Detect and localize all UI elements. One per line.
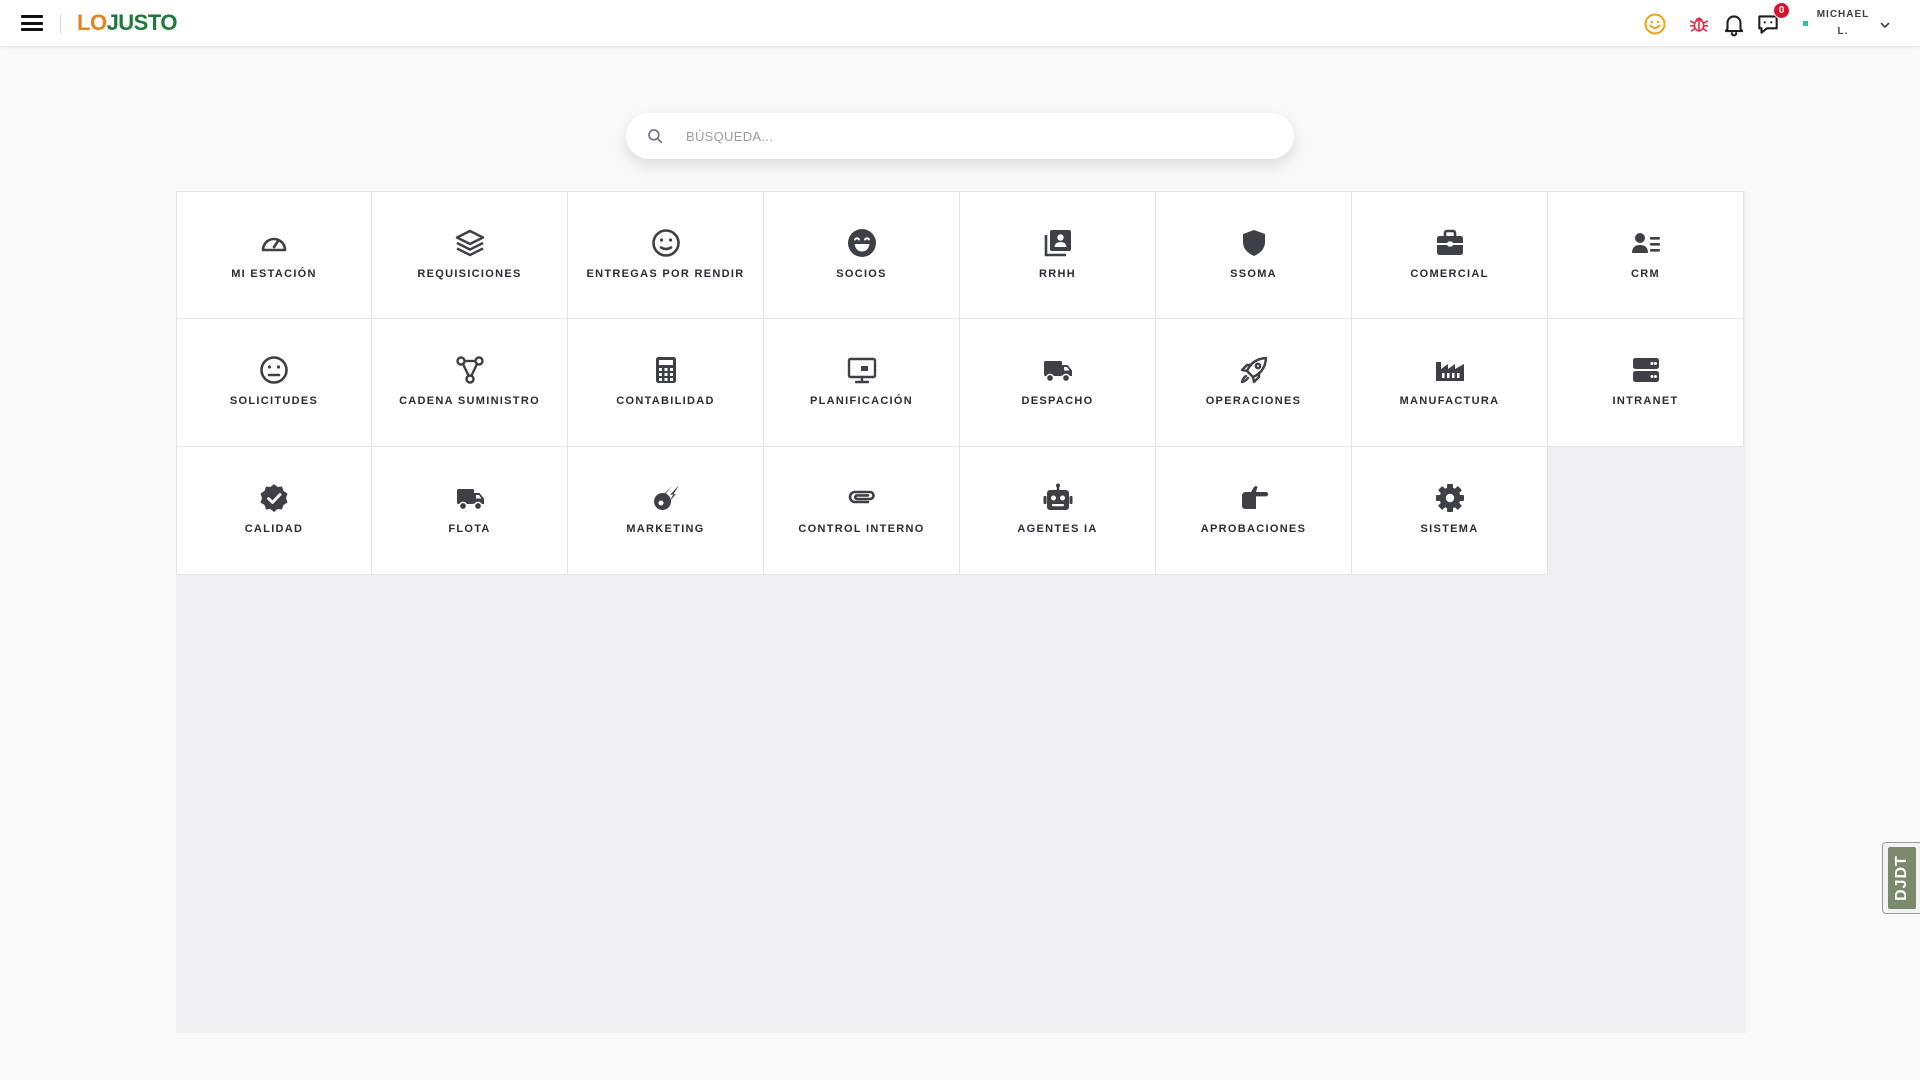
smile-icon[interactable] <box>1641 10 1669 38</box>
bug-icon[interactable] <box>1685 10 1713 38</box>
module-comercial[interactable]: COMERCIAL <box>1352 191 1548 319</box>
module-manufactura[interactable]: MANUFACTURA <box>1352 319 1548 447</box>
module-label: MI ESTACIÓN <box>231 268 317 280</box>
hand-point-icon <box>1237 481 1271 515</box>
layers-icon <box>453 226 487 260</box>
module-mi-estacion[interactable]: MI ESTACIÓN <box>176 191 372 319</box>
search-input[interactable] <box>686 121 1246 151</box>
module-aprobaciones[interactable]: APROBACIONES <box>1156 447 1352 575</box>
module-intranet[interactable]: INTRANET <box>1548 319 1744 447</box>
module-label: DESPACHO <box>1021 395 1094 407</box>
briefcase-icon <box>1433 226 1467 260</box>
module-label: SOCIOS <box>836 268 887 280</box>
brand-part-2: JUSTO <box>106 10 178 35</box>
module-label: CADENA SUMINISTRO <box>399 395 540 407</box>
debug-toolbar-logo: DJDT <box>1887 847 1916 909</box>
module-label: RRHH <box>1039 268 1076 280</box>
search-icon[interactable] <box>646 127 664 145</box>
module-planificacion[interactable]: PLANIFICACIÓN <box>764 319 960 447</box>
module-label: INTRANET <box>1612 395 1679 407</box>
user-menu[interactable]: MICHAEL L. <box>1812 6 1874 40</box>
truck-icon <box>1041 353 1075 387</box>
bell-icon[interactable] <box>1720 10 1748 38</box>
meteor-icon <box>649 481 683 515</box>
module-label: ENTREGAS POR RENDIR <box>586 268 745 280</box>
search-bar <box>626 113 1294 159</box>
server-icon <box>1629 353 1663 387</box>
module-requisiciones[interactable]: REQUISICIONES <box>372 191 568 319</box>
module-entregas-por-rendir[interactable]: ENTREGAS POR RENDIR <box>568 191 764 319</box>
module-solicitudes[interactable]: SOLICITUDES <box>176 319 372 447</box>
module-label: SOLICITUDES <box>229 395 319 407</box>
module-despacho[interactable]: DESPACHO <box>960 319 1156 447</box>
module-flota[interactable]: FLOTA <box>372 447 568 575</box>
chevron-down-icon[interactable] <box>1879 18 1891 36</box>
debug-toolbar-handle[interactable]: DJDT <box>1882 842 1920 914</box>
chat-icon[interactable]: 0 <box>1754 2 1790 38</box>
contact-book-icon <box>1041 226 1075 260</box>
modules-area: MI ESTACIÓN REQUISICIONES ENTREGAS POR R… <box>176 191 1746 1033</box>
module-ssoma[interactable]: SSOMA <box>1156 191 1352 319</box>
rocket-icon <box>1237 353 1271 387</box>
module-sistema[interactable]: SISTEMA <box>1352 447 1548 575</box>
gauge-icon <box>257 226 291 260</box>
module-cadena-suministro[interactable]: CADENA SUMINISTRO <box>372 319 568 447</box>
module-label: APROBACIONES <box>1200 523 1307 535</box>
top-bar: LOJUSTO 0 MICHAEL L. <box>0 0 1920 47</box>
truck-fast-icon <box>453 481 487 515</box>
module-rrhh[interactable]: RRHH <box>960 191 1156 319</box>
user-name-first: MICHAEL <box>1816 9 1870 20</box>
module-label: CRM <box>1631 268 1660 280</box>
neutral-face-icon <box>257 353 291 387</box>
notifications-badge: 0 <box>1773 2 1790 19</box>
grin-face-icon <box>845 226 879 260</box>
factory-icon <box>1433 353 1467 387</box>
brand-divider <box>60 14 61 34</box>
modules-grid: MI ESTACIÓN REQUISICIONES ENTREGAS POR R… <box>176 191 1746 575</box>
module-label: COMERCIAL <box>1410 268 1489 280</box>
calculator-icon <box>649 353 683 387</box>
user-name-last: L. <box>1837 26 1849 37</box>
brand-logo[interactable]: LOJUSTO <box>77 10 178 36</box>
module-contabilidad[interactable]: CONTABILIDAD <box>568 319 764 447</box>
robot-icon <box>1041 481 1075 515</box>
module-label: REQUISICIONES <box>417 268 522 280</box>
module-control-interno[interactable]: CONTROL INTERNO <box>764 447 960 575</box>
module-label: AGENTES IA <box>1017 523 1098 535</box>
shield-icon <box>1237 226 1271 260</box>
check-badge-icon <box>257 481 291 515</box>
user-list-icon <box>1629 226 1663 260</box>
module-crm[interactable]: CRM <box>1548 191 1744 319</box>
module-label: CONTABILIDAD <box>616 395 715 407</box>
nodes-icon <box>453 353 487 387</box>
online-status-dot <box>1803 21 1808 26</box>
paperclip-icon <box>845 481 879 515</box>
module-label: MARKETING <box>626 523 705 535</box>
module-label: OPERACIONES <box>1205 395 1302 407</box>
module-socios[interactable]: SOCIOS <box>764 191 960 319</box>
module-label: MANUFACTURA <box>1399 395 1500 407</box>
debug-toolbar-text: DJDT <box>1892 855 1910 901</box>
gear-icon <box>1433 481 1467 515</box>
module-label: CONTROL INTERNO <box>798 523 925 535</box>
module-label: PLANIFICACIÓN <box>809 395 914 407</box>
module-label: SSOMA <box>1230 268 1277 280</box>
menu-icon[interactable] <box>20 13 44 33</box>
brand-part-1: LO <box>77 10 107 35</box>
module-calidad[interactable]: CALIDAD <box>176 447 372 575</box>
module-label: SISTEMA <box>1420 523 1479 535</box>
module-agentes-ia[interactable]: AGENTES IA <box>960 447 1156 575</box>
module-marketing[interactable]: MARKETING <box>568 447 764 575</box>
meh-face-icon <box>649 226 683 260</box>
module-label: FLOTA <box>448 523 491 535</box>
presentation-icon <box>845 353 879 387</box>
module-operaciones[interactable]: OPERACIONES <box>1156 319 1352 447</box>
module-label: CALIDAD <box>244 523 304 535</box>
